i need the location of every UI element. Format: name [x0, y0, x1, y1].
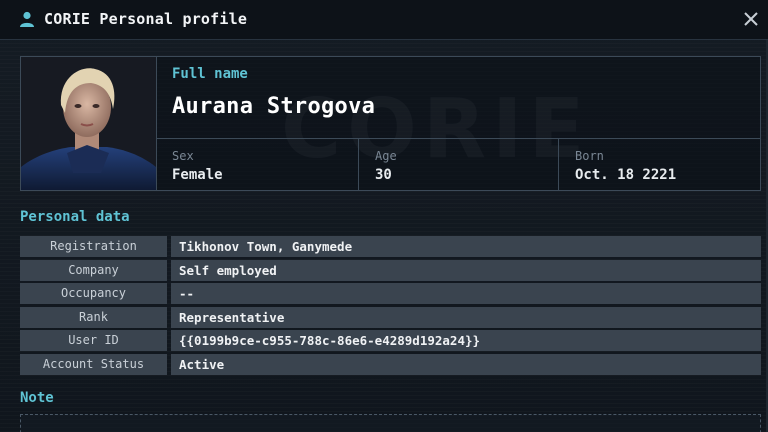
born-value: Oct. 18 2221: [575, 167, 677, 183]
sex-label: Sex: [172, 149, 194, 163]
table-row: Registration Tikhonov Town, Ganymede: [20, 236, 761, 257]
table-row: User ID {{0199b9ce-c955-788c-86e6-e4289d…: [20, 330, 761, 352]
row-value: --: [171, 283, 761, 305]
row-value: Active: [171, 353, 761, 375]
title-bar: CORIE Personal profile: [0, 0, 768, 40]
note-heading: Note: [20, 390, 54, 406]
row-key: Registration: [20, 236, 167, 257]
row-value: Representative: [171, 306, 761, 328]
note-field[interactable]: [20, 414, 761, 432]
full-name-label: Full name: [172, 66, 248, 82]
portrait-image: [21, 57, 156, 190]
user-icon: [20, 11, 34, 27]
personal-data-heading: Personal data: [20, 209, 130, 225]
row-key: User ID: [20, 330, 167, 352]
sex-value: Female: [172, 167, 223, 183]
table-row: Occupancy --: [20, 283, 761, 305]
table-row: Company Self employed: [20, 259, 761, 281]
born-label: Born: [575, 149, 604, 163]
profile-stats-row: Sex Female Age 30 Born Oct. 18 2221: [156, 138, 760, 190]
row-key: Company: [20, 259, 167, 281]
sex-field: Sex Female: [156, 139, 359, 190]
close-icon[interactable]: [740, 8, 762, 30]
profile-portrait: [21, 57, 157, 190]
age-field: Age 30: [359, 139, 559, 190]
row-value: Tikhonov Town, Ganymede: [171, 236, 761, 257]
full-name-value: Aurana Strogova: [172, 94, 376, 119]
age-label: Age: [375, 149, 397, 163]
row-value: Self employed: [171, 259, 761, 281]
window-title: CORIE Personal profile: [44, 10, 248, 28]
row-key: Occupancy: [20, 283, 167, 305]
row-key: Account Status: [20, 353, 167, 375]
table-row: Account Status Active: [20, 353, 761, 375]
born-field: Born Oct. 18 2221: [559, 139, 760, 190]
profile-window: CORIE Personal profile Full name Aurana …: [0, 0, 768, 432]
profile-header-card: CORIE Full name Aurana Strogova Sex Fema…: [20, 56, 761, 191]
row-key: Rank: [20, 306, 167, 328]
row-value: {{0199b9ce-c955-788c-86e6-e4289d192a24}}: [171, 330, 761, 352]
table-row: Rank Representative: [20, 306, 761, 328]
personal-data-table: Registration Tikhonov Town, Ganymede Com…: [20, 236, 761, 378]
age-value: 30: [375, 167, 392, 183]
